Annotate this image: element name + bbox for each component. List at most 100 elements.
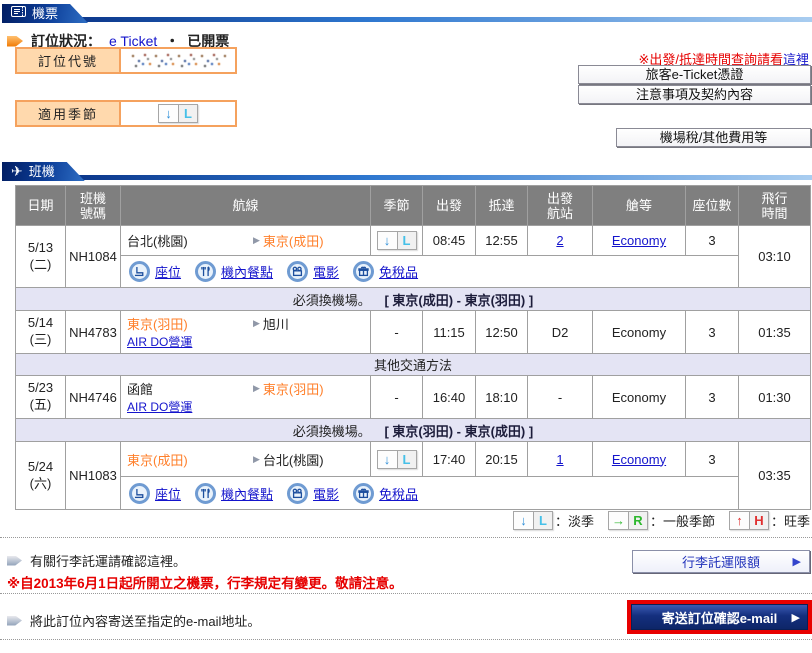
route-arrow-icon: ▶ [253,383,260,393]
airport-tax-button[interactable]: 機場稅/其他費用等 [616,128,811,147]
flight3-cabin: Economy [592,375,686,419]
send-confirmation-email-label: 寄送訂位確認e-mail [661,610,778,626]
flight3-destination: 東京(羽田) [262,382,324,397]
meal-icon [195,482,217,504]
seat-link[interactable]: 座位 [155,262,181,281]
dutyfree-service[interactable]: 免稅品 [353,482,418,504]
flights-tab-underline [2,175,812,180]
movie-link[interactable]: 電影 [313,262,339,281]
movie-icon [287,482,309,504]
transfer-note-1: 必須換機場。 [ 東京(成田) - 東京(羽田) ] [15,287,811,311]
legend-label-regular: ：一般季節 [649,514,715,529]
dutyfree-service[interactable]: 免稅品 [353,261,418,282]
seat-link[interactable]: 座位 [155,484,181,503]
flight-table: 日期 班機 號碼 航線 季節 出發 抵達 出發 航站 艙等 座位數 飛行 時間 … [15,185,811,510]
flight2-duration: 01:35 [738,310,811,354]
ticket-section-tab: 機票 [2,4,88,23]
flight3-operator-link[interactable]: AIR DO營運 [127,398,192,415]
flight4-number: NH1083 [65,441,121,510]
meal-icon [195,261,217,282]
flight1-route: 台北(桃園) ▶ 東京(成田) [120,225,371,256]
transfer-note-2: 必須換機場。 [ 東京(羽田) - 東京(成田) ] [15,418,811,442]
flight1-duration: 03:10 [738,225,811,288]
ticket-icon [11,5,26,20]
flight3-origin: 函館 [127,382,154,397]
flight2-operator-link[interactable]: AIR DO營運 [127,333,192,350]
flight2-number: NH4783 [65,310,121,354]
flight4-services-row: 座位 機內餐點 電影 免稅品 [16,476,811,510]
booking-code-box: 訂位代號 [15,47,237,74]
flight4-season: ↓ L [370,441,423,477]
eticket-receipt-button[interactable]: 旅客e-Ticket憑證 [578,65,811,84]
flight2-seats: 3 [685,310,739,354]
flight-row-2: 5/14 (三) NH4783 東京(羽田) AIR DO營運 ▶ 旭川 - 11… [15,310,811,354]
season-label: 適用季節 [17,102,121,125]
flight3-departure: 16:40 [422,375,476,419]
reservation-page: 機票 訂位狀況： e Ticket ・ 已開票 訂位代號 ※出發/抵達時間查詢請… [0,0,812,653]
movie-link[interactable]: 電影 [313,484,339,503]
flight3-arrival: 18:10 [475,375,528,419]
redacted-booking-code [130,51,226,70]
flight4-cabin-link[interactable]: Economy [612,452,666,467]
transfer-note-route: [ 東京(成田) - 東京(羽田) ] [384,292,534,308]
baggage-note-line: 有關行李託運請確認這裡。 [7,551,186,570]
dotted-separator [0,537,812,538]
season-down-arrow-icon: ↓ [377,450,398,468]
flight2-date: 5/14 (三) [15,310,66,354]
dutyfree-icon [353,261,375,282]
table-header-row: 日期 班機 號碼 航線 季節 出發 抵達 出發 航站 艙等 座位數 飛行 時間 [15,185,811,226]
col-date: 日期 [15,185,66,226]
baggage-note-text: 有關行李託運請確認這裡。 [30,554,187,569]
flight-row-1: 5/13 (二) NH1084 台北(桃園) ▶ 東京(成田) ↓ L 08:45 … [15,225,811,288]
send-confirmation-email-button[interactable]: 寄送訂位確認e-mail ▶ [631,604,808,630]
meal-link[interactable]: 機內餐點 [221,262,273,281]
gray-pennant-icon [7,615,22,626]
flight3-route: 函館 AIR DO營運 ▶ 東京(羽田) [120,375,371,419]
dutyfree-link[interactable]: 免稅品 [379,262,418,281]
season-letter: L [397,232,416,249]
flight2-cabin: Economy [592,310,686,354]
seat-service[interactable]: 座位 [129,482,181,504]
flight3-date: 5/23 (五) [15,375,66,419]
transfer-note-row-1: 必須換機場。 [ 東京(成田) - 東京(羽田) ] [15,287,811,311]
movie-service[interactable]: 電影 [287,261,339,282]
flight2-origin: 東京(羽田) [127,317,188,332]
col-flight-no: 班機 號碼 [65,185,121,226]
movie-icon [287,261,309,282]
seat-icon [129,261,150,282]
flight1-terminal-link[interactable]: 2 [556,233,563,248]
meal-service[interactable]: 機內餐點 [195,261,273,282]
transfer-note-text: 必須換機場。 [292,423,371,439]
flight3-number: NH4746 [65,375,121,419]
flight1-destination: 東京(成田) [262,234,324,249]
legend-low-season: ↓ L ：淡季 [512,511,594,530]
email-button-highlight: 寄送訂位確認e-mail ▶ [627,600,812,634]
flight3-season: - [370,375,423,419]
flight4-seats: 3 [685,441,739,477]
season-value: ↓ L [121,102,235,125]
season-letter: L [397,450,416,468]
up-arrow-icon: ↑ [729,512,750,529]
route-arrow-icon: ▶ [253,453,260,464]
flight2-season: - [370,310,423,354]
flight4-terminal-link[interactable]: 1 [556,452,563,467]
baggage-allowance-button[interactable]: 行李託運限額 ▶ [632,550,810,573]
down-arrow-icon: ↓ [513,512,534,529]
dotted-separator [0,593,812,594]
notice-contract-button[interactable]: 注意事項及契約內容 [578,85,811,104]
meal-service[interactable]: 機內餐點 [195,482,273,504]
baggage-rule-warning: ※自2013年6月1日起所開立之機票，行李規定有變更。敬請注意。 [7,576,403,591]
dutyfree-link[interactable]: 免稅品 [379,484,418,503]
flight1-departure: 08:45 [422,225,476,256]
flight-row-4: 5/24 (六) NH1083 東京(成田) ▶ 台北(桃園) ↓ L 17:40 … [15,441,811,510]
seat-service[interactable]: 座位 [129,261,181,282]
legend-letter-h: H [749,512,768,529]
movie-service[interactable]: 電影 [287,482,339,504]
col-terminal: 出發 航站 [527,185,593,226]
col-season: 季節 [370,185,423,226]
meal-link[interactable]: 機內餐點 [221,484,273,503]
flight1-services-row: 座位 機內餐點 電影 免稅品 [16,255,811,288]
flight1-cabin-link[interactable]: Economy [612,233,666,248]
flight1-services: 座位 機內餐點 電影 免稅品 [120,255,739,288]
other-transport-row: 其他交通方法 [15,353,811,376]
